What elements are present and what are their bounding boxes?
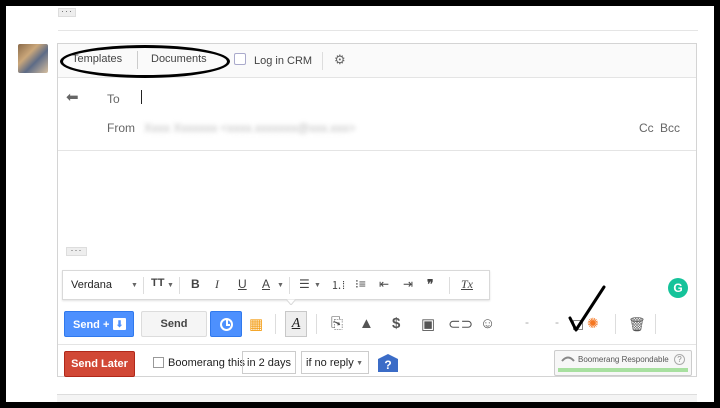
boomerang-condition-value: if no reply [306, 357, 354, 369]
calendar-icon[interactable]: ▦ [249, 315, 263, 333]
respondable-help-icon[interactable]: ? [674, 354, 685, 365]
from-label: From [107, 121, 135, 135]
emoji-icon[interactable]: ☺ [480, 315, 495, 332]
extension-bar: Templates Documents Log in CRM ⚙ [58, 44, 696, 78]
documents-tab[interactable]: Documents [151, 53, 207, 65]
respondable-label: Boomerang Respondable [578, 355, 669, 364]
to-label: To [107, 92, 120, 106]
divider [58, 150, 696, 151]
boomerang-checkbox[interactable] [153, 357, 164, 368]
boomerang-condition-select[interactable]: if no reply ▼ [301, 351, 369, 374]
divider [322, 52, 323, 70]
boomerang-respondable-panel[interactable]: Boomerang Respondable ? [554, 350, 692, 376]
chevron-down-icon: ▼ [314, 282, 321, 289]
chevron-down-icon: ▼ [167, 282, 174, 289]
formatting-toolbar: Verdana ▼ TT ▼ B I U A ▼ ☰ ▼ ⒈⁞ ⁝≡ ⇤ ⇥ ❞… [62, 270, 490, 300]
divider [275, 314, 276, 334]
send-later-button[interactable]: Send Later [64, 351, 135, 377]
quote-icon[interactable]: ❞ [427, 277, 433, 291]
boomerang-help-icon[interactable]: ? [377, 353, 399, 373]
font-family-select[interactable]: Verdana [71, 279, 112, 291]
send-button[interactable]: Send [141, 311, 207, 337]
divider [179, 277, 180, 294]
divider [615, 314, 616, 334]
send-plus-button[interactable]: Send + ⬇ [64, 311, 134, 337]
indent-more-icon[interactable]: ⇥ [403, 277, 413, 291]
page: ··· Templates Documents Log in CRM ⚙ ⬅ T… [6, 6, 714, 402]
boomerang-logo-icon [561, 356, 575, 362]
divider [58, 344, 696, 345]
divider [58, 30, 698, 31]
hubspot-icon[interactable]: ✺ [587, 315, 599, 332]
align-icon[interactable]: ☰ [299, 277, 310, 291]
compose-box: Templates Documents Log in CRM ⚙ ⬅ To Fr… [57, 43, 697, 377]
next-message-edge [57, 394, 697, 402]
divider [449, 277, 450, 294]
reply-icon[interactable]: ⬅ [66, 88, 79, 106]
respondable-meter [558, 368, 688, 372]
text-color-button[interactable]: A [262, 277, 270, 291]
boomerang-days-input[interactable]: in 2 days [242, 351, 296, 374]
bold-button[interactable]: B [191, 277, 200, 291]
chevron-down-icon: ▼ [277, 282, 284, 289]
tracking-checkbox[interactable] [573, 320, 583, 330]
bulleted-list-icon[interactable]: ⁝≡ [355, 277, 366, 291]
send-plus-label: Send + [73, 319, 110, 331]
divider [137, 51, 138, 69]
help-label: ? [384, 358, 391, 372]
formatting-options-button[interactable]: A [285, 311, 307, 337]
templates-tab[interactable]: Templates [72, 53, 122, 65]
divider [316, 314, 317, 334]
drive-icon[interactable]: ▲ [359, 315, 374, 332]
log-crm-checkbox[interactable] [234, 53, 246, 65]
divider [289, 277, 290, 294]
send-plus-icon: ⬇ [113, 318, 126, 330]
underline-button[interactable]: U [238, 277, 247, 291]
link-icon[interactable]: ⊂⊃ [448, 315, 473, 333]
cc-link[interactable]: Cc [639, 121, 654, 135]
toolbar-pointer [286, 299, 296, 305]
collapsed-thread-dots[interactable]: ··· [58, 7, 76, 17]
photo-icon[interactable]: ▣ [421, 315, 435, 333]
hand-drawn-checkmark-annotation [568, 285, 606, 332]
schedule-clock-button[interactable] [210, 311, 242, 337]
divider: - [525, 315, 529, 329]
from-address[interactable]: Xxxx Xxxxxxx <xxxx.xxxxxxx@xxx.xxx> [144, 121, 356, 135]
numbered-list-icon[interactable]: ⒈⁞ [331, 277, 345, 293]
log-crm-label: Log in CRM [254, 55, 313, 67]
bcc-link[interactable]: Bcc [660, 121, 680, 135]
font-size-button[interactable]: TT [151, 277, 164, 289]
to-input-caret[interactable] [141, 90, 142, 104]
show-trimmed-content-button[interactable]: ··· [66, 246, 87, 256]
chevron-down-icon: ▼ [356, 360, 363, 367]
divider [143, 277, 144, 294]
trash-icon[interactable]: 🗑 [628, 316, 646, 333]
clear-formatting-icon[interactable]: Tx [461, 277, 473, 292]
italic-button[interactable]: I [215, 277, 219, 292]
dollar-icon[interactable]: $ [392, 315, 400, 332]
chevron-down-icon: ▼ [131, 282, 138, 289]
grammarly-icon[interactable]: G [668, 278, 688, 298]
gear-icon[interactable]: ⚙ [334, 52, 346, 68]
avatar[interactable] [18, 44, 48, 73]
divider: - [555, 315, 559, 329]
indent-less-icon[interactable]: ⇤ [379, 277, 389, 291]
divider [655, 314, 656, 334]
attach-icon[interactable]: ⎘ [331, 315, 343, 332]
boomerang-label: Boomerang this [168, 357, 246, 369]
